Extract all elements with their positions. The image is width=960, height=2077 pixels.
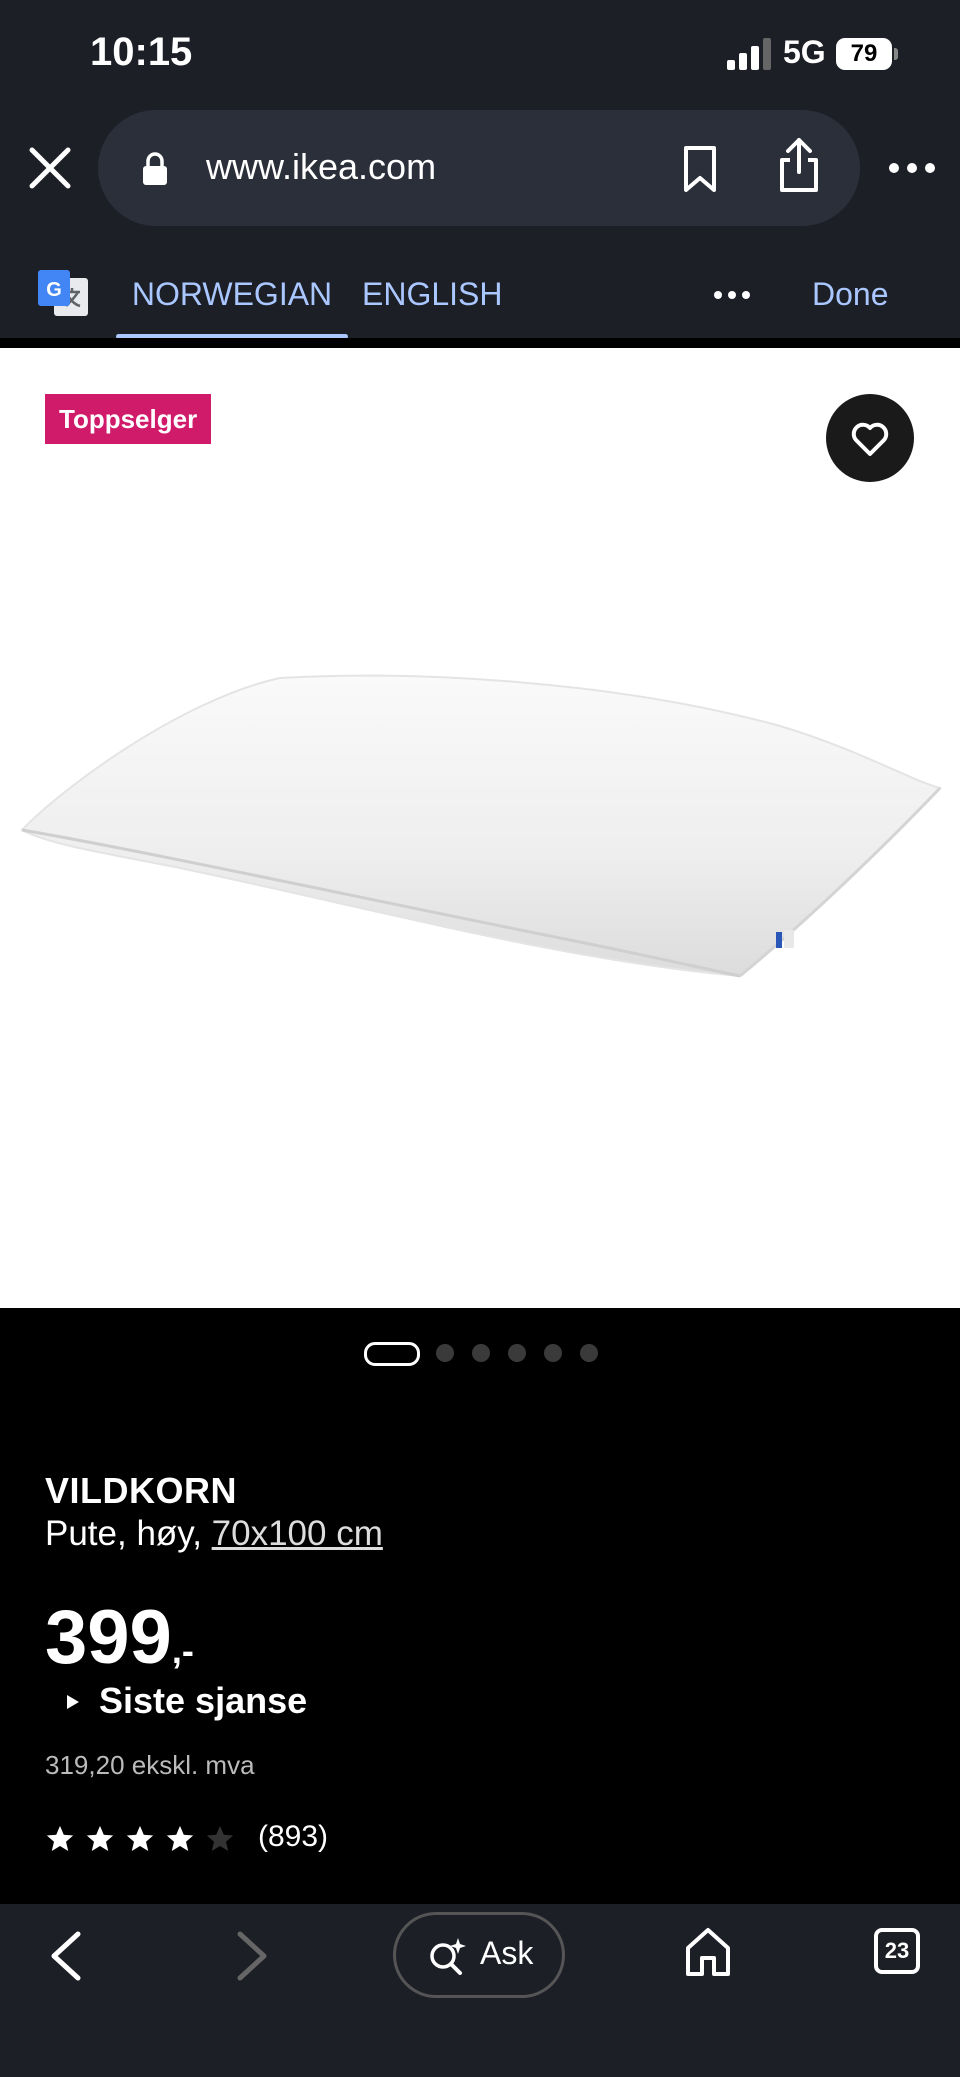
tabs-icon[interactable]: 23 xyxy=(874,1928,920,1974)
ask-label[interactable]: Ask xyxy=(480,1935,533,1972)
price-suffix: ,- xyxy=(171,1630,194,1671)
price-excl-vat: 319,20 ekskl. mva xyxy=(45,1750,255,1780)
carousel-dot[interactable] xyxy=(436,1344,454,1362)
heart-icon xyxy=(851,422,889,456)
favorite-button[interactable] xyxy=(826,394,914,482)
carousel-dots[interactable] xyxy=(364,1342,604,1366)
ask-button[interactable] xyxy=(393,1912,565,1998)
star-icon xyxy=(166,1825,194,1851)
divider xyxy=(0,338,960,344)
product-name: VILDKORN xyxy=(45,1470,237,1511)
translate-more-icon[interactable] xyxy=(712,280,752,310)
carousel-dot[interactable] xyxy=(544,1344,562,1362)
battery-level: 79 xyxy=(836,38,892,70)
product-description: Pute, høy, 70x100 cm xyxy=(45,1514,383,1554)
last-chance-label[interactable]: Siste sjanse xyxy=(99,1680,307,1722)
play-icon xyxy=(66,1694,80,1710)
rating-stars[interactable] xyxy=(45,1824,245,1856)
signal-icon xyxy=(727,38,771,70)
battery-icon: 79 xyxy=(836,38,898,70)
url-text[interactable]: www.ikea.com xyxy=(206,146,436,188)
more-icon[interactable] xyxy=(886,150,938,186)
carousel-dot[interactable] xyxy=(580,1344,598,1362)
carousel-dot[interactable] xyxy=(472,1344,490,1362)
carousel-dot[interactable] xyxy=(508,1344,526,1362)
home-icon[interactable] xyxy=(684,1926,732,1978)
tab-english[interactable]: ENGLISH xyxy=(362,266,502,322)
bookmark-icon[interactable] xyxy=(680,144,720,194)
bestseller-badge: Toppselger xyxy=(45,394,212,444)
ask-icon xyxy=(428,1936,468,1976)
svg-text:G: G xyxy=(46,279,62,301)
status-time: 10:15 xyxy=(90,30,193,74)
forward-icon[interactable] xyxy=(232,1928,272,1984)
star-icon xyxy=(86,1825,114,1851)
share-icon[interactable] xyxy=(776,136,822,194)
back-icon[interactable] xyxy=(46,1928,86,1984)
carousel-dot-active[interactable] xyxy=(364,1342,420,1366)
product-size-link[interactable]: 70x100 cm xyxy=(212,1514,383,1553)
done-button[interactable]: Done xyxy=(812,266,889,322)
lock-icon xyxy=(142,152,168,186)
pillow-image xyxy=(0,640,960,1000)
star-icon xyxy=(126,1825,154,1851)
product-price: 399,- xyxy=(45,1594,194,1681)
price-amount: 399 xyxy=(45,1595,172,1680)
star-icon xyxy=(46,1825,74,1851)
google-translate-icon: G xyxy=(36,268,90,320)
network-type: 5G xyxy=(783,34,826,70)
close-icon[interactable] xyxy=(24,142,76,194)
tab-norwegian[interactable]: NORWEGIAN xyxy=(116,266,348,338)
review-count[interactable]: (893) xyxy=(258,1820,328,1854)
star-empty-icon xyxy=(206,1825,234,1851)
product-type: Pute, høy, xyxy=(45,1514,212,1553)
